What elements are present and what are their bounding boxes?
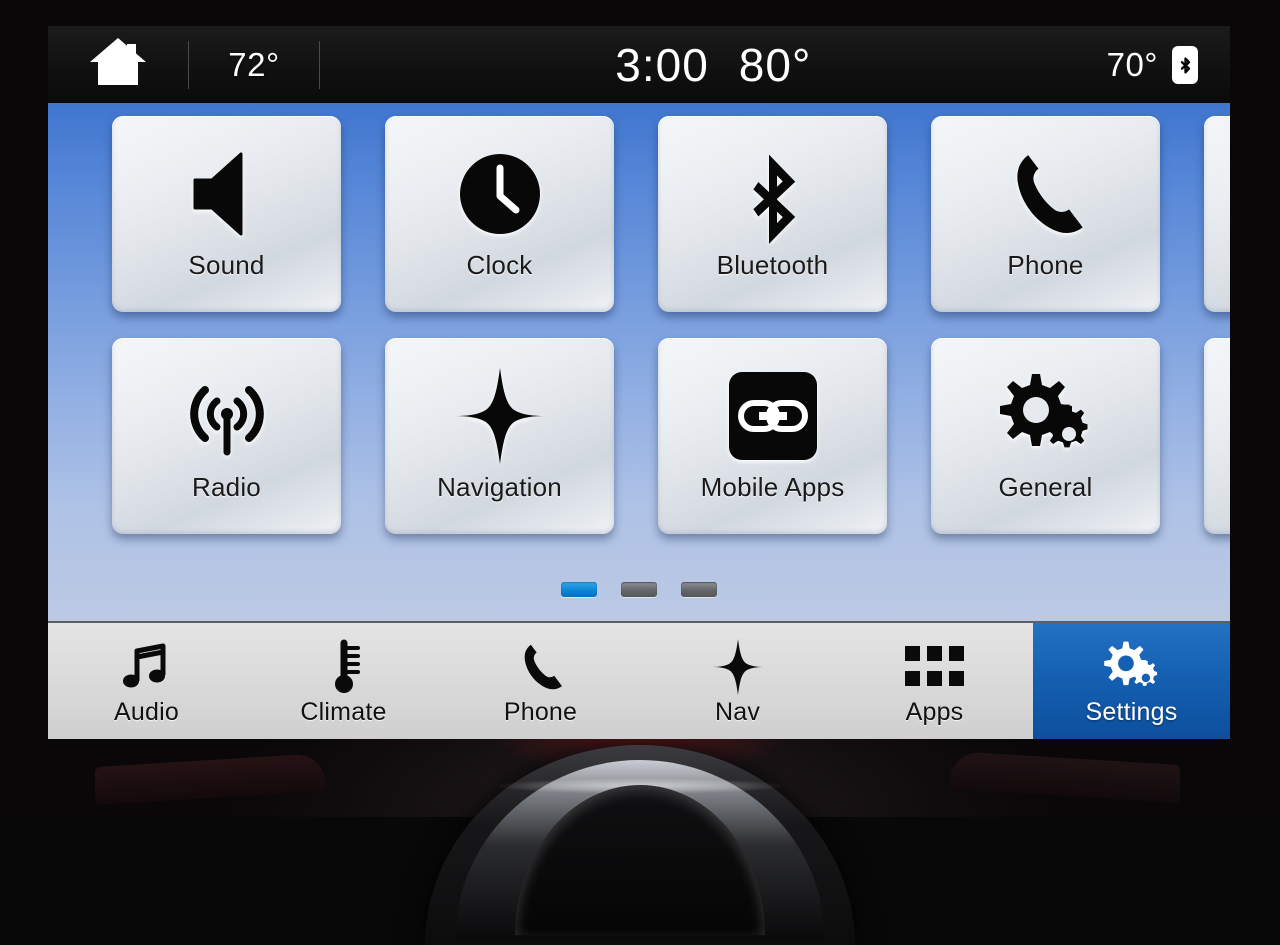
home-button[interactable] [48,26,188,103]
page-dot-3[interactable] [681,582,717,597]
tile-label: Navigation [437,472,562,503]
status-right-group: 70° [1107,46,1230,84]
right-temperature: 70° [1107,46,1158,84]
tile-mobile-apps[interactable]: Mobile Apps [658,338,887,534]
tile-bluetooth[interactable]: Bluetooth [658,116,887,312]
thermometer-icon [324,636,364,698]
page-dot-1[interactable] [561,582,597,597]
tile-label: General [999,472,1093,503]
music-note-icon [119,636,175,698]
tile-next-page-peek-bottom[interactable] [1204,338,1230,534]
nav-label: Nav [715,698,760,727]
bluetooth-icon [737,142,809,246]
nav-item-phone[interactable]: Phone [442,623,639,739]
gears-icon [994,364,1098,468]
tile-label: Bluetooth [717,250,829,281]
nav-label: Phone [504,698,577,727]
chain-link-icon [725,364,821,468]
page-dot-2[interactable] [621,582,657,597]
nav-label: Apps [906,698,964,727]
nav-item-audio[interactable]: Audio [48,623,245,739]
gears-icon [1098,636,1166,698]
home-icon [87,35,149,94]
clock-group: 3:00 80° [320,38,1107,92]
nav-label: Climate [300,698,386,727]
left-temperature: 72° [189,46,319,84]
speaker-icon [179,142,275,246]
tile-sound[interactable]: Sound [112,116,341,312]
page-indicator [48,582,1230,597]
tile-phone[interactable]: Phone [931,116,1160,312]
radio-broadcast-icon [179,364,275,468]
grid-apps-icon [905,636,965,698]
bottom-nav-bar: Audio Climate Phone [48,621,1230,739]
clock-display: 3:00 [615,38,709,92]
phone-handset-icon [997,142,1095,246]
tile-label: Phone [1007,250,1083,281]
nav-item-climate[interactable]: Climate [245,623,442,739]
infotainment-screen: 72° 3:00 80° 70° So [48,26,1230,739]
phone-handset-icon [513,636,569,698]
compass-star-icon [709,636,767,698]
tile-next-page-peek-top[interactable] [1204,116,1230,312]
center-temperature: 80° [739,38,812,92]
clock-icon [454,142,546,246]
nav-label: Settings [1086,698,1178,727]
tile-radio[interactable]: Radio [112,338,341,534]
tile-label: Radio [192,472,261,503]
tile-label: Sound [188,250,264,281]
status-bar: 72° 3:00 80° 70° [48,26,1230,103]
nav-label: Audio [114,698,179,727]
settings-tile-area: Sound Clock Bluetooth [48,103,1230,621]
settings-tile-grid: Sound Clock Bluetooth [112,116,1230,534]
tile-general[interactable]: General [931,338,1160,534]
tile-navigation[interactable]: Navigation [385,338,614,534]
dashboard-right-trim [950,751,1180,803]
tile-label: Mobile Apps [701,472,845,503]
compass-star-icon [450,364,550,468]
nav-item-apps[interactable]: Apps [836,623,1033,739]
tile-clock[interactable]: Clock [385,116,614,312]
bluetooth-status-icon [1172,46,1198,84]
dashboard-left-trim [95,753,325,805]
nav-item-nav[interactable]: Nav [639,623,836,739]
nav-item-settings[interactable]: Settings [1033,623,1230,739]
tile-label: Clock [466,250,532,281]
